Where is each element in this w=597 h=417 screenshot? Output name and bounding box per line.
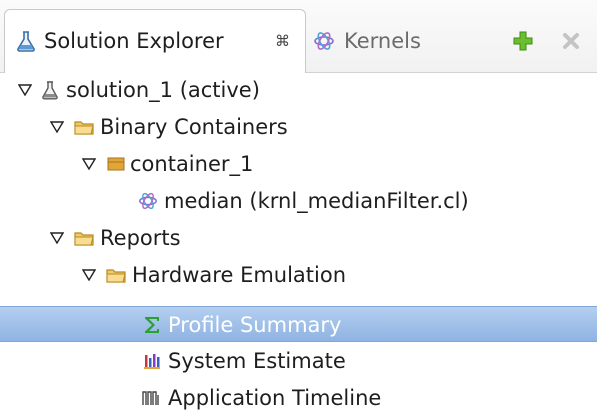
flask-icon [38, 72, 62, 108]
add-icon[interactable] [508, 26, 538, 56]
tree-item-label: Hardware Emulation [132, 263, 347, 287]
tree-item-profile-summary[interactable]: Profile Summary [0, 306, 597, 342]
tree-item-kernel-median[interactable]: median (krnl_medianFilter.cl) [0, 183, 597, 219]
tree-item-label: Reports [100, 226, 181, 250]
expand-triangle-icon[interactable] [78, 146, 100, 182]
folder-icon [72, 220, 96, 256]
tree-item-label: solution_1 (active) [66, 78, 260, 102]
expand-triangle-icon[interactable] [46, 109, 68, 145]
tree-item-label: median (krnl_medianFilter.cl) [164, 189, 469, 213]
tree-item-label: Application Timeline [168, 386, 382, 410]
folder-icon [104, 257, 128, 293]
container-icon [104, 146, 128, 182]
expand-triangle-icon[interactable] [14, 72, 36, 108]
expand-triangle-icon[interactable] [78, 257, 100, 293]
tree-item-solution[interactable]: solution_1 (active) [0, 72, 597, 108]
kernel-icon [136, 183, 160, 219]
tree-item-reports[interactable]: Reports [0, 220, 597, 256]
expand-triangle-icon[interactable] [46, 220, 68, 256]
timeline-icon [140, 380, 164, 416]
remove-icon[interactable] [556, 26, 586, 56]
tree-item-label: container_1 [130, 152, 254, 176]
folder-icon [72, 109, 96, 145]
tab-solution-explorer-label: Solution Explorer [44, 29, 224, 53]
tree-item-label: Profile Summary [168, 313, 342, 337]
tab-kernels[interactable]: Kernels [344, 26, 421, 56]
flask-icon [12, 26, 40, 56]
sigma-icon [140, 307, 164, 343]
tree-item-container[interactable]: container_1 [0, 146, 597, 182]
tree-item-application-timeline[interactable]: Application Timeline [0, 380, 597, 416]
view-tab-bar: Solution Explorer ⌘ Kernels [0, 0, 597, 73]
tree-item-label: System Estimate [168, 349, 346, 373]
tree-item-binary-containers[interactable]: Binary Containers [0, 109, 597, 145]
tree-item-system-estimate[interactable]: System Estimate [0, 343, 597, 379]
tree-item-label: Binary Containers [100, 115, 288, 139]
bar-chart-icon [140, 343, 164, 379]
tab-close-icon[interactable]: ⌘ [275, 26, 290, 56]
kernel-icon[interactable] [310, 26, 338, 56]
solution-tree: solution_1 (active) Binary Containers co… [0, 72, 597, 417]
tree-item-hardware-emulation[interactable]: Hardware Emulation [0, 257, 597, 293]
